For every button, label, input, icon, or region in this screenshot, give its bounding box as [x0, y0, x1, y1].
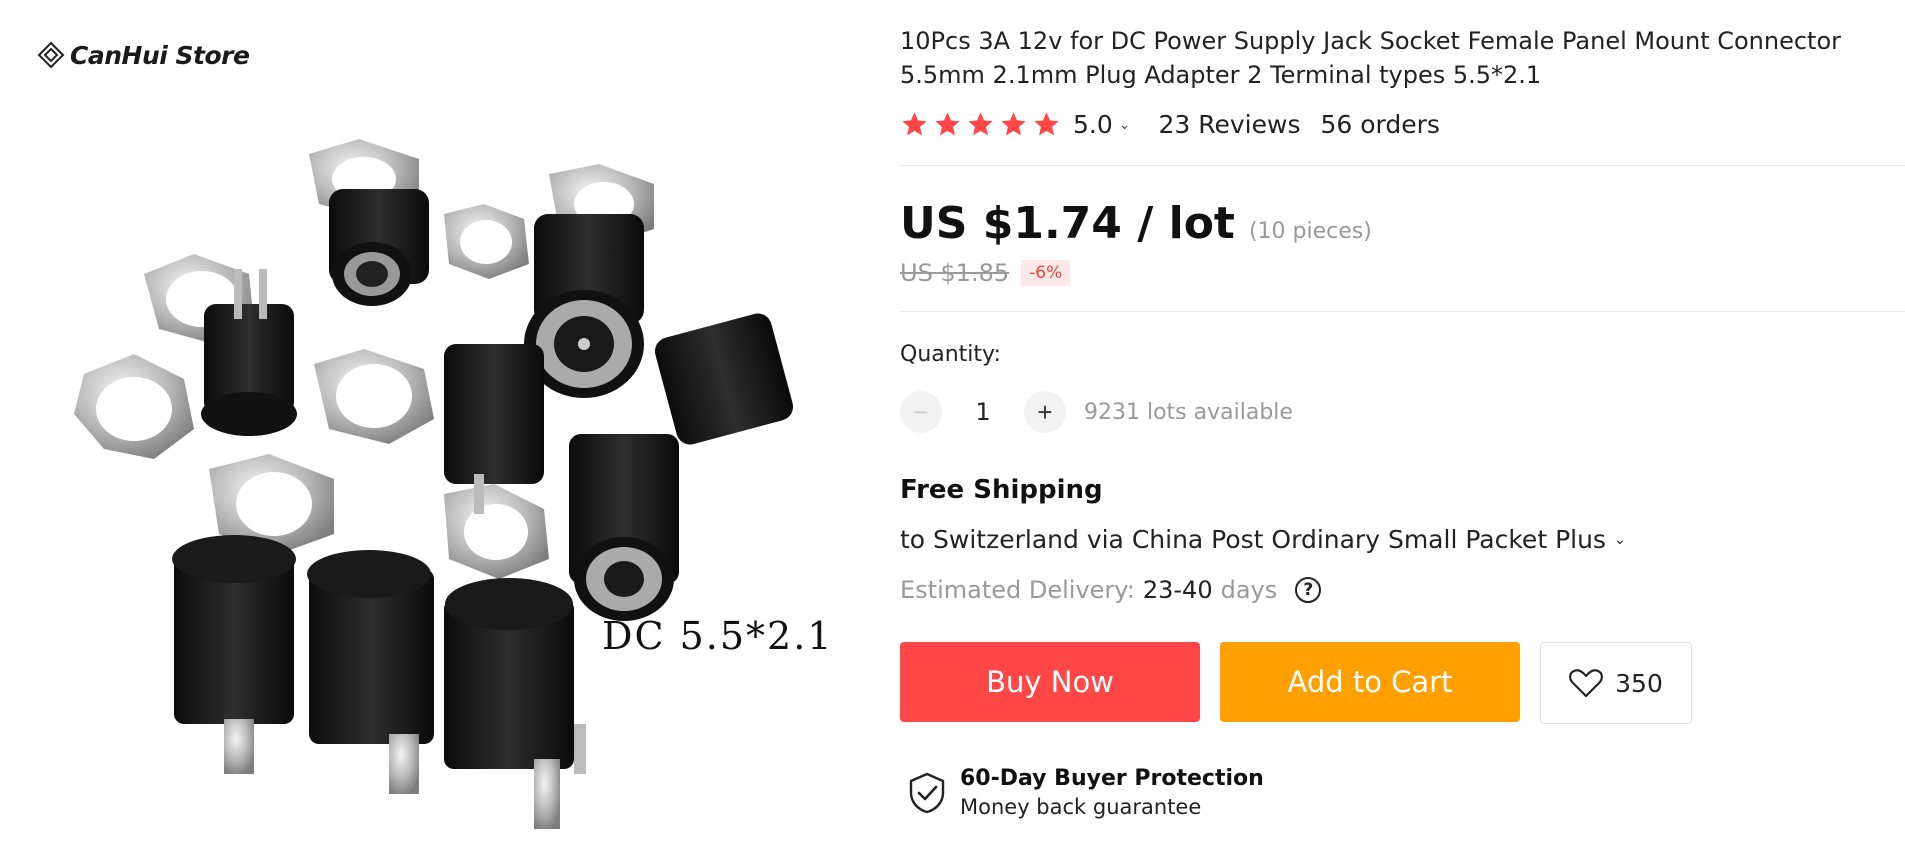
rating-stars	[900, 110, 1061, 139]
chevron-down-icon: ⌄	[1613, 531, 1626, 548]
star-icon	[902, 112, 927, 136]
chevron-down-icon: ⌄	[1118, 116, 1131, 133]
store-logo-icon	[37, 41, 65, 69]
shield-check-icon	[909, 772, 945, 813]
original-price-row: US $1.85 -6%	[900, 259, 1900, 287]
wishlist-button[interactable]: 350	[1540, 642, 1692, 724]
product-page: CanHui Store DC 5.5*2.1 10Pcs 3A 12v for…	[0, 0, 1905, 853]
add-to-cart-button[interactable]: Add to Cart	[1220, 642, 1520, 722]
star-icon	[935, 112, 960, 136]
buyer-protection[interactable]: 60-Day Buyer Protection Money back guara…	[908, 766, 1900, 819]
star-icon	[968, 112, 993, 136]
product-photo	[74, 139, 794, 829]
divider	[900, 311, 1905, 312]
photo-caption: DC 5.5*2.1	[602, 614, 834, 658]
protection-subtitle: Money back guarantee	[960, 795, 1202, 819]
estimated-delivery: Estimated Delivery: 23-40 days ?	[900, 576, 1900, 604]
lot-pieces: (10 pieces)	[1248, 219, 1372, 244]
quantity-stepper: − 1 + 9231 lots available	[900, 391, 1900, 433]
stock-available: 9231 lots available	[1084, 399, 1293, 425]
shipping-method-dropdown[interactable]: to Switzerland via China Post Ordinary S…	[900, 525, 1900, 554]
store-name: CanHui Store	[70, 40, 250, 70]
product-info: 10Pcs 3A 12v for DC Power Supply Jack So…	[900, 24, 1905, 819]
reviews-link[interactable]: 23 Reviews	[1159, 110, 1301, 139]
heart-icon	[1569, 669, 1604, 698]
delivery-unit: days	[1220, 576, 1278, 604]
discount-badge: -6%	[1021, 260, 1071, 286]
store-logo[interactable]: CanHui Store	[36, 40, 250, 70]
original-price: US $1.85	[900, 259, 1010, 287]
shipping-title: Free Shipping	[900, 475, 1103, 505]
wishlist-count: 350	[1615, 668, 1663, 698]
orders-count: 56 orders	[1320, 110, 1440, 139]
current-price: US $1.74 / lot	[900, 198, 1235, 249]
star-icon	[1001, 112, 1026, 136]
price-row: US $1.74 / lot (10 pieces)	[900, 198, 1900, 249]
delivery-label: Estimated Delivery:	[900, 576, 1135, 604]
product-title: 10Pcs 3A 12v for DC Power Supply Jack So…	[900, 27, 1842, 89]
quantity-increase-button[interactable]: +	[1024, 391, 1066, 433]
purchase-actions: Buy Now Add to Cart 350	[900, 642, 1900, 724]
protection-title: 60-Day Buyer Protection	[960, 766, 1264, 791]
quantity-decrease-button[interactable]: −	[900, 391, 942, 433]
buy-now-button[interactable]: Buy Now	[900, 642, 1200, 722]
protection-text: 60-Day Buyer Protection Money back guara…	[960, 766, 1264, 819]
product-image[interactable]: CanHui Store DC 5.5*2.1	[24, 24, 854, 844]
rating-value: 5.0	[1073, 110, 1113, 139]
quantity-label: Quantity:	[900, 342, 1001, 367]
delivery-range: 23-40	[1142, 576, 1213, 604]
rating-row: 5.0 ⌄ 23 Reviews 56 orders	[900, 110, 1900, 139]
star-icon	[1034, 112, 1059, 136]
quantity-value[interactable]: 1	[942, 398, 1024, 426]
divider	[900, 165, 1905, 166]
question-icon[interactable]: ?	[1295, 577, 1322, 603]
rating-dropdown[interactable]: 5.0 ⌄	[1073, 110, 1131, 139]
shipping-destination: to Switzerland via China Post Ordinary S…	[900, 525, 1606, 554]
